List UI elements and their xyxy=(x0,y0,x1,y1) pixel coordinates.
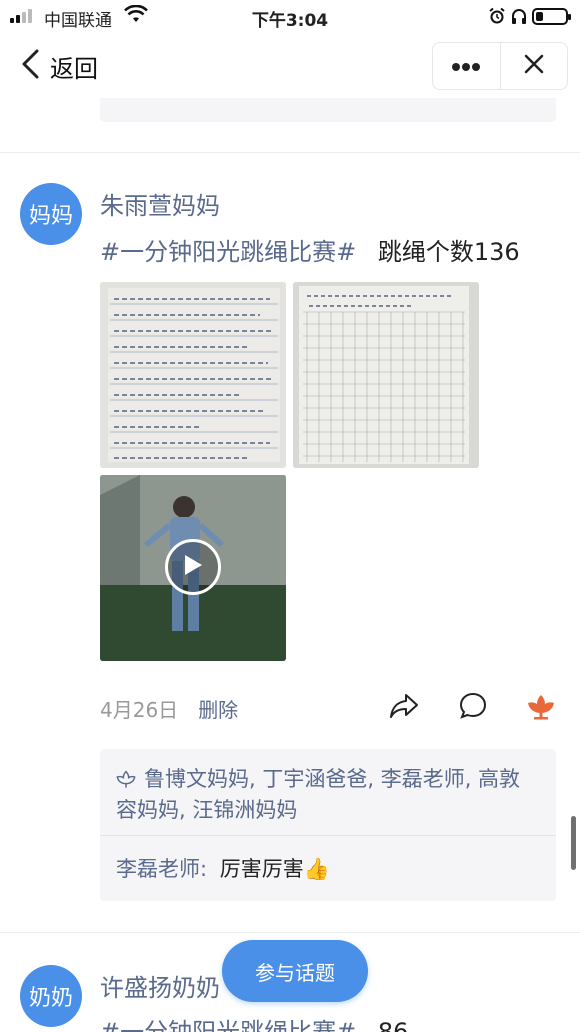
post-divider xyxy=(0,152,580,153)
battery-icon xyxy=(532,8,571,25)
comment-author[interactable]: 李磊老师: xyxy=(116,857,207,881)
play-icon xyxy=(182,553,204,581)
close-button[interactable] xyxy=(501,43,568,89)
play-button[interactable] xyxy=(165,539,221,595)
post-meta: 4月26日 删除 xyxy=(100,694,238,723)
alarm-icon xyxy=(488,7,506,30)
back-button[interactable]: 返回 xyxy=(20,48,98,84)
post-image[interactable] xyxy=(100,282,286,468)
avatar[interactable]: 妈妈 xyxy=(20,183,82,245)
back-chevron-icon xyxy=(20,48,40,84)
post-hashtag[interactable]: #一分钟阳光跳绳比赛# xyxy=(100,238,356,266)
avatar-text: 妈妈 xyxy=(28,204,73,229)
post-content: #一分钟阳光跳绳比赛# 跳绳个数136 xyxy=(100,232,520,267)
flower-outline-icon xyxy=(116,768,136,796)
post-author[interactable]: 朱雨萱妈妈 xyxy=(100,186,220,221)
comment-item[interactable]: 李磊老师: 厉害厉害👍 xyxy=(116,853,330,883)
post-date: 4月26日 xyxy=(100,698,179,722)
comment-text: 厉害厉害👍 xyxy=(219,857,330,881)
scrollbar[interactable] xyxy=(571,816,576,870)
likes-names[interactable]: 鲁博文妈妈, 丁宇涵爸爸, 李磊老师, 高敦容妈妈, 汪锦洲妈妈 xyxy=(116,767,520,822)
flower-like-icon[interactable] xyxy=(525,690,557,722)
avatar[interactable]: 奶奶 xyxy=(20,965,82,1027)
comment-box: 鲁博文妈妈, 丁宇涵爸爸, 李磊老师, 高敦容妈妈, 汪锦洲妈妈 李磊老师: 厉… xyxy=(100,749,556,901)
post-author[interactable]: 许盛扬奶奶 xyxy=(100,968,220,1003)
more-icon xyxy=(451,57,481,76)
mini-program-capsule xyxy=(432,42,568,90)
share-icon[interactable] xyxy=(388,690,420,722)
join-topic-button[interactable]: 参与话题 xyxy=(222,940,368,1002)
more-button[interactable] xyxy=(433,43,500,89)
comment-icon[interactable] xyxy=(457,690,489,722)
avatar-text: 奶奶 xyxy=(28,986,73,1011)
post-content: #一分钟阳光跳绳比赛# 86 xyxy=(100,1012,408,1032)
previous-post-comment-box xyxy=(100,98,556,122)
post-video[interactable] xyxy=(100,475,286,661)
post-image[interactable] xyxy=(293,282,479,468)
post-text: 86 xyxy=(377,1018,409,1032)
post-hashtag[interactable]: #一分钟阳光跳绳比赛# xyxy=(100,1018,356,1032)
comment-divider xyxy=(100,835,556,836)
delete-button[interactable]: 删除 xyxy=(198,694,238,723)
status-bar: 中国联通 下午3:04 xyxy=(0,0,580,34)
post-divider xyxy=(0,932,580,933)
nav-bar: 返回 xyxy=(0,34,580,98)
post-text: 跳绳个数136 xyxy=(377,238,520,266)
close-icon xyxy=(524,54,544,78)
likes-list: 鲁博文妈妈, 丁宇涵爸爸, 李磊老师, 高敦容妈妈, 汪锦洲妈妈 xyxy=(116,765,536,824)
headphone-icon xyxy=(510,7,528,30)
back-label: 返回 xyxy=(50,54,98,83)
